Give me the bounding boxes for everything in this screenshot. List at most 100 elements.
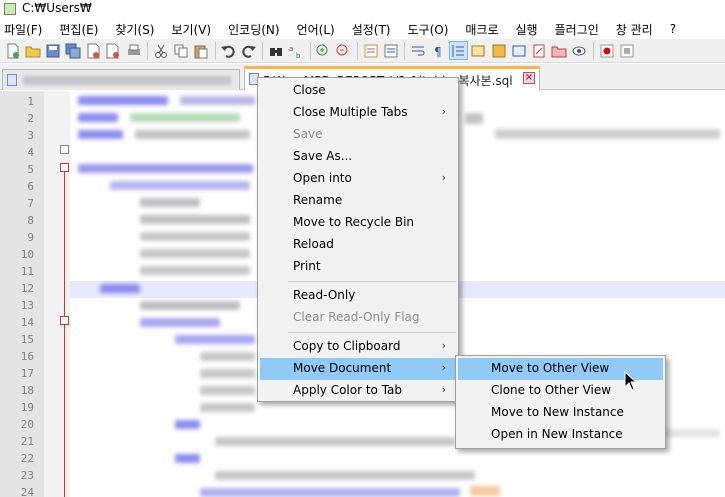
undo-icon[interactable] <box>219 41 238 60</box>
copy-icon[interactable] <box>172 41 191 60</box>
menu-item-open-in-new-instance[interactable]: Open in New Instance <box>458 424 663 446</box>
line-number: 13 <box>20 299 34 312</box>
cut-icon[interactable] <box>151 41 170 60</box>
doc-map-icon[interactable] <box>469 41 488 60</box>
tab-context-menu: Close Close Multiple Tabs › Save Save As.… <box>257 77 459 402</box>
menu-item-read-only[interactable]: Read-Only <box>260 285 456 307</box>
line-number: 20 <box>20 418 34 431</box>
sync-vertical-icon[interactable] <box>361 41 380 60</box>
menu-view[interactable]: 보기(V) <box>171 21 211 38</box>
paste-icon[interactable] <box>192 41 211 60</box>
menu-item-close[interactable]: Close <box>260 80 456 102</box>
line-number: 24 <box>20 486 34 497</box>
line-number: 14 <box>20 316 34 329</box>
menu-settings[interactable]: 설정(T) <box>352 21 391 38</box>
line-number: 11 <box>20 265 34 278</box>
submenu-arrow-icon: › <box>441 171 446 184</box>
svg-text:a: a <box>289 45 293 53</box>
replace-icon[interactable]: ab <box>286 41 305 60</box>
line-number: 5 <box>27 163 34 176</box>
fold-toggle[interactable] <box>60 316 69 325</box>
fold-toggle[interactable] <box>60 145 69 154</box>
menu-tools[interactable]: 도구(O) <box>408 21 449 38</box>
menu-item-rename[interactable]: Rename <box>260 190 456 212</box>
line-number: 17 <box>20 367 34 380</box>
menu-macro[interactable]: 매크로 <box>465 21 498 38</box>
word-wrap-icon[interactable] <box>408 41 427 60</box>
folder-icon[interactable] <box>550 41 569 60</box>
line-number: 21 <box>20 435 34 448</box>
menu-search[interactable]: 찾기(S) <box>115 21 154 38</box>
line-number: 19 <box>20 401 34 414</box>
submenu-arrow-icon: › <box>441 361 446 374</box>
open-file-icon[interactable] <box>23 41 42 60</box>
fold-toggle[interactable] <box>60 163 69 172</box>
menu-window[interactable]: 창 관리 <box>616 21 653 38</box>
toolbar-separator <box>404 41 406 60</box>
menu-help[interactable]: ? <box>670 22 676 36</box>
toolbar-separator <box>214 41 216 60</box>
save-icon[interactable] <box>43 41 62 60</box>
menu-item-close-multiple-tabs[interactable]: Close Multiple Tabs › <box>260 102 456 124</box>
menu-file[interactable]: 파일(F) <box>4 21 42 38</box>
stop-macro-icon[interactable] <box>617 41 636 60</box>
line-number: 12 <box>20 282 34 295</box>
menu-language[interactable]: 언어(L) <box>297 21 335 38</box>
close-icon[interactable] <box>84 41 103 60</box>
toolbar: ab ¶ <box>0 39 725 63</box>
line-number: 6 <box>27 180 34 193</box>
menu-item-save: Save <box>293 127 323 141</box>
menu-edit[interactable]: 편집(E) <box>59 21 98 38</box>
submenu-arrow-icon: › <box>441 383 446 396</box>
line-number: 8 <box>27 214 34 227</box>
show-all-chars-icon[interactable]: ¶ <box>429 41 448 60</box>
menu-run[interactable]: 실행 <box>516 21 538 38</box>
record-macro-icon[interactable] <box>597 41 616 60</box>
save-all-icon[interactable] <box>64 41 83 60</box>
folder-workspace-icon[interactable] <box>509 41 528 60</box>
menu-separator <box>288 281 456 282</box>
line-number: 23 <box>20 469 34 482</box>
toolbar-separator <box>357 41 358 60</box>
redo-icon[interactable] <box>239 41 258 60</box>
window-title: C:₩Users₩ <box>22 1 92 15</box>
menu-item-move-to-recycle-bin[interactable]: Move to Recycle Bin <box>260 212 456 234</box>
zoom-in-icon[interactable] <box>314 41 333 60</box>
line-number: 22 <box>20 452 34 465</box>
menu-encoding[interactable]: 인코딩(N) <box>228 21 279 38</box>
menu-plugins[interactable]: 플러그인 <box>555 21 599 38</box>
indent-guide-icon[interactable] <box>448 41 468 60</box>
submenu-arrow-icon: › <box>441 339 446 352</box>
menu-item-reload[interactable]: Reload <box>260 234 456 256</box>
print-icon[interactable] <box>124 41 143 60</box>
sync-horizontal-icon[interactable] <box>381 41 400 60</box>
function-list-icon[interactable] <box>489 41 508 60</box>
new-file-icon[interactable] <box>3 41 22 60</box>
move-document-submenu: Move to Other View Clone to Other View M… <box>455 355 666 449</box>
menu-item-open-into[interactable]: Open into › <box>260 168 456 190</box>
menu-item-move-document[interactable]: Move Document › <box>260 358 456 380</box>
file-icon <box>7 74 17 86</box>
menu-item-move-to-new-instance[interactable]: Move to New Instance <box>458 402 663 424</box>
toolbar-separator <box>262 41 264 60</box>
close-all-icon[interactable] <box>104 41 123 60</box>
menu-item-print[interactable]: Print <box>260 256 456 278</box>
mouse-pointer-icon <box>624 371 638 391</box>
menu-item-copy-to-clipboard[interactable]: Copy to Clipboard › <box>260 336 456 358</box>
line-number: 10 <box>20 248 34 261</box>
toolbar-separator <box>593 41 595 60</box>
find-icon[interactable] <box>266 41 285 60</box>
submenu-arrow-icon: › <box>441 105 446 118</box>
line-number: 16 <box>20 350 34 363</box>
title-bar: C:₩Users₩ <box>0 0 725 18</box>
tab-document-1[interactable] <box>2 69 240 90</box>
line-number: 1 <box>27 95 34 108</box>
monitoring-icon[interactable] <box>570 41 589 60</box>
menu-item-apply-color-to-tab[interactable]: Apply Color to Tab › <box>260 380 456 402</box>
line-number: 18 <box>20 384 34 397</box>
fold-line <box>64 171 65 497</box>
tab-close-icon[interactable]: × <box>523 72 535 84</box>
doc-list-icon[interactable] <box>530 41 549 60</box>
menu-item-save-as[interactable]: Save As... <box>260 146 456 168</box>
zoom-out-icon[interactable] <box>334 41 353 60</box>
